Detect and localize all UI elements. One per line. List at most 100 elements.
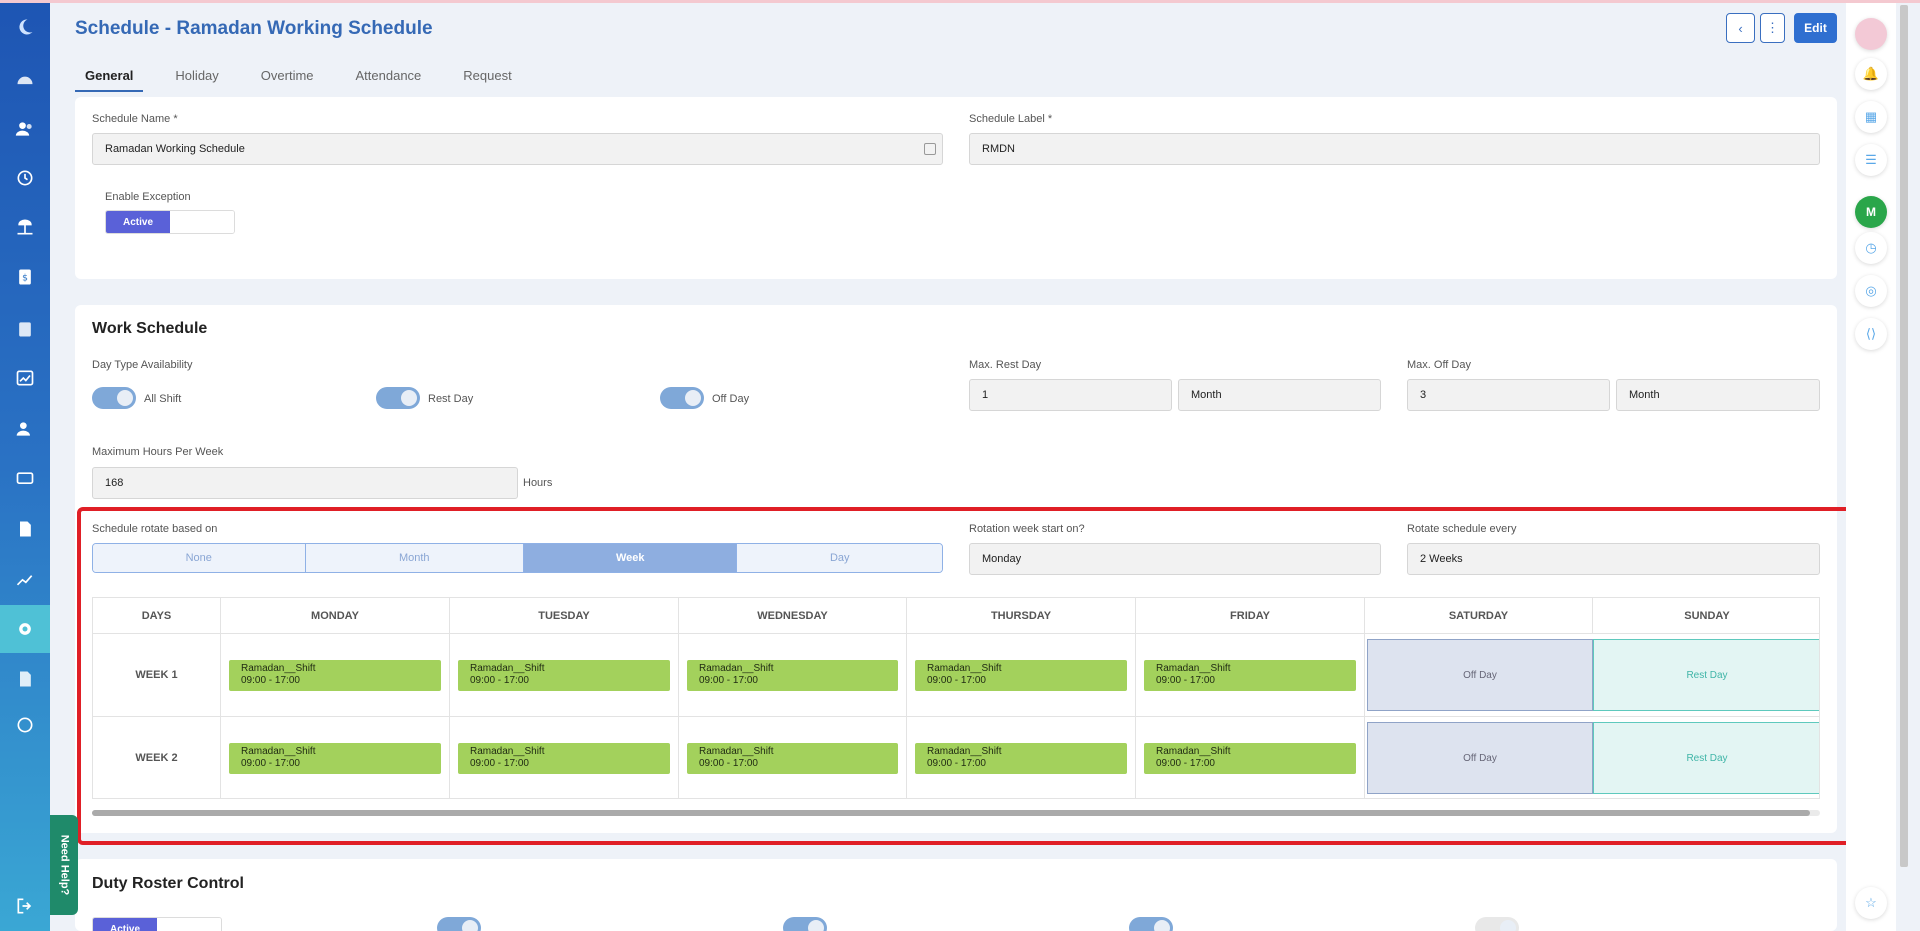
days-header: DAYS bbox=[93, 598, 221, 634]
dashboard-icon[interactable] bbox=[0, 63, 50, 97]
max-off-day-label: Max. Off Day bbox=[1407, 359, 1471, 371]
leave-beach-icon[interactable] bbox=[0, 210, 50, 244]
max-off-day-unit-select[interactable]: Month bbox=[1616, 379, 1820, 411]
cell-week2-sunday[interactable]: Rest Day bbox=[1593, 717, 1819, 798]
duty-toggle-2[interactable] bbox=[783, 917, 827, 931]
cell-week1-thursday[interactable]: Ramadan__Shift 09:00 - 17:00 bbox=[907, 634, 1136, 717]
file-export-icon[interactable] bbox=[0, 662, 50, 696]
more-options-button[interactable]: ⋮ bbox=[1760, 13, 1785, 43]
employees-icon[interactable] bbox=[0, 112, 50, 146]
column-sunday: SUNDAY bbox=[1593, 598, 1819, 634]
rotate-option-none[interactable]: None bbox=[93, 544, 306, 572]
tab-attendance[interactable]: Attendance bbox=[346, 62, 432, 92]
max-hours-input[interactable]: 168 bbox=[92, 467, 518, 499]
table-scroll-thumb[interactable] bbox=[92, 810, 1810, 816]
exception-inactive-option[interactable] bbox=[170, 211, 234, 233]
schedule-name-input[interactable]: Ramadan Working Schedule bbox=[92, 133, 943, 165]
cell-week1-friday[interactable]: Ramadan__Shift 09:00 - 17:00 bbox=[1136, 634, 1365, 717]
cell-week1-sunday[interactable]: Rest Day bbox=[1593, 634, 1819, 717]
cell-week2-thursday[interactable]: Ramadan__Shift 09:00 - 17:00 bbox=[907, 717, 1136, 798]
shift-block[interactable]: Ramadan__Shift 09:00 - 17:00 bbox=[229, 660, 441, 691]
duty-roster-switch[interactable]: Active bbox=[92, 917, 222, 931]
add-user-icon[interactable] bbox=[0, 412, 50, 446]
exception-active-option[interactable]: Active bbox=[106, 211, 170, 233]
rest-day-toggle[interactable] bbox=[376, 387, 420, 409]
shift-block[interactable]: Ramadan__Shift 09:00 - 17:00 bbox=[1144, 743, 1356, 774]
cell-week2-tuesday[interactable]: Ramadan__Shift 09:00 - 17:00 bbox=[450, 717, 679, 798]
off-day-toggle[interactable] bbox=[660, 387, 704, 409]
rotate-option-month[interactable]: Month bbox=[305, 544, 524, 572]
enable-exception-switch[interactable]: Active bbox=[105, 210, 235, 234]
rotate-option-week[interactable]: Week bbox=[523, 544, 738, 572]
monitor-icon[interactable] bbox=[0, 462, 50, 496]
code-icon[interactable]: ⟨⟩ bbox=[1855, 318, 1887, 350]
rest-day-block[interactable]: Rest Day bbox=[1593, 722, 1819, 794]
cell-week1-tuesday[interactable]: Ramadan__Shift 09:00 - 17:00 bbox=[450, 634, 679, 717]
rotation-start-select[interactable]: Monday bbox=[969, 543, 1381, 575]
column-thursday: THURSDAY bbox=[907, 598, 1136, 634]
max-hours-label: Maximum Hours Per Week bbox=[92, 446, 224, 458]
shift-block[interactable]: Ramadan__Shift 09:00 - 17:00 bbox=[458, 660, 670, 691]
off-day-block[interactable]: Off Day bbox=[1367, 722, 1593, 794]
payroll-icon[interactable]: $ bbox=[0, 260, 50, 294]
list-icon[interactable]: ☰ bbox=[1855, 144, 1887, 176]
at-circle-icon[interactable] bbox=[0, 708, 50, 742]
max-off-day-input[interactable]: 3 bbox=[1407, 379, 1610, 411]
off-day-block[interactable]: Off Day bbox=[1367, 639, 1593, 711]
cell-week2-monday[interactable]: Ramadan__Shift 09:00 - 17:00 bbox=[221, 717, 450, 798]
shift-block[interactable]: Ramadan__Shift 09:00 - 17:00 bbox=[915, 660, 1127, 691]
shift-block[interactable]: Ramadan__Shift 09:00 - 17:00 bbox=[1144, 660, 1356, 691]
need-help-tab[interactable]: Need Help? bbox=[50, 815, 78, 915]
logout-icon[interactable] bbox=[0, 889, 50, 923]
duty-roster-active-option[interactable]: Active bbox=[93, 918, 157, 931]
page-scroll-thumb[interactable] bbox=[1900, 5, 1908, 867]
app-logo-icon[interactable]: M bbox=[1855, 196, 1887, 228]
shift-block[interactable]: Ramadan__Shift 09:00 - 17:00 bbox=[458, 743, 670, 774]
moon-logo-icon[interactable] bbox=[0, 10, 50, 44]
duty-toggle-4[interactable] bbox=[1475, 917, 1519, 931]
planet-icon[interactable]: ◎ bbox=[1855, 275, 1887, 307]
max-rest-day-unit-select[interactable]: Month bbox=[1178, 379, 1381, 411]
analytics-icon[interactable] bbox=[0, 562, 50, 596]
edit-button[interactable]: Edit bbox=[1794, 13, 1837, 43]
shift-block[interactable]: Ramadan__Shift 09:00 - 17:00 bbox=[687, 660, 898, 691]
calendar-icon[interactable]: ▦ bbox=[1855, 101, 1887, 133]
page-scrollbar[interactable] bbox=[1900, 5, 1908, 867]
tab-overtime[interactable]: Overtime bbox=[251, 62, 324, 92]
star-icon[interactable]: ☆ bbox=[1855, 887, 1887, 919]
duty-toggle-1[interactable] bbox=[437, 917, 481, 931]
schedule-label-input[interactable]: RMDN bbox=[969, 133, 1820, 165]
clipboard-icon[interactable] bbox=[0, 312, 50, 346]
cell-week1-monday[interactable]: Ramadan__Shift 09:00 - 17:00 bbox=[221, 634, 450, 717]
cell-week2-friday[interactable]: Ramadan__Shift 09:00 - 17:00 bbox=[1136, 717, 1365, 798]
rest-day-block[interactable]: Rest Day bbox=[1593, 639, 1819, 711]
shift-name: Ramadan__Shift bbox=[470, 746, 545, 757]
document-icon[interactable] bbox=[0, 512, 50, 546]
cell-week2-saturday[interactable]: Off Day bbox=[1365, 717, 1593, 798]
tab-request[interactable]: Request bbox=[453, 62, 521, 92]
table-horizontal-scrollbar[interactable] bbox=[92, 810, 1820, 816]
cell-week2-wednesday[interactable]: Ramadan__Shift 09:00 - 17:00 bbox=[679, 717, 907, 798]
settings-gear-icon[interactable] bbox=[0, 605, 50, 653]
rotate-based-segmented[interactable]: None Month Week Day bbox=[92, 543, 943, 573]
back-button[interactable]: ‹ bbox=[1726, 13, 1755, 43]
rotate-option-day[interactable]: Day bbox=[737, 544, 942, 572]
shift-block[interactable]: Ramadan__Shift 09:00 - 17:00 bbox=[229, 743, 441, 774]
max-rest-day-input[interactable]: 1 bbox=[969, 379, 1172, 411]
shift-block[interactable]: Ramadan__Shift 09:00 - 17:00 bbox=[915, 743, 1127, 774]
cell-week1-wednesday[interactable]: Ramadan__Shift 09:00 - 17:00 bbox=[679, 634, 907, 717]
duty-roster-inactive-option[interactable] bbox=[157, 918, 221, 931]
tab-holiday[interactable]: Holiday bbox=[165, 62, 228, 92]
cell-week1-saturday[interactable]: Off Day bbox=[1365, 634, 1593, 717]
all-shift-toggle[interactable] bbox=[92, 387, 136, 409]
avatar[interactable] bbox=[1855, 18, 1887, 50]
duty-toggle-3[interactable] bbox=[1129, 917, 1173, 931]
tab-general[interactable]: General bbox=[75, 62, 144, 92]
shift-block[interactable]: Ramadan__Shift 09:00 - 17:00 bbox=[687, 743, 898, 774]
bell-icon[interactable]: 🔔 bbox=[1855, 58, 1887, 90]
history-icon[interactable] bbox=[0, 161, 50, 195]
clock-icon[interactable]: ◷ bbox=[1855, 232, 1887, 264]
shift-name: Ramadan__Shift bbox=[927, 746, 1002, 757]
rotate-every-select[interactable]: 2 Weeks bbox=[1407, 543, 1820, 575]
report-chart-icon[interactable] bbox=[0, 361, 50, 395]
